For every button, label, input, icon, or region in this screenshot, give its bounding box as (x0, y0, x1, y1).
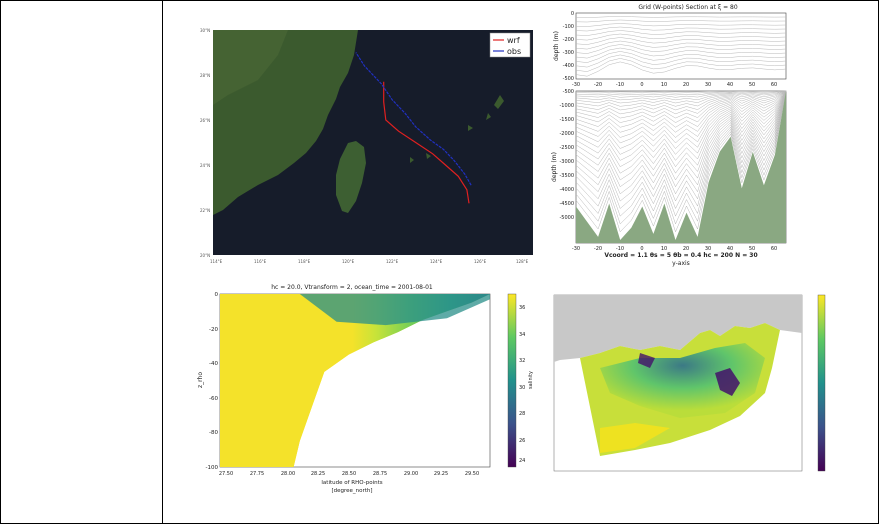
svg-text:120°E: 120°E (342, 259, 355, 264)
svg-text:114°E: 114°E (210, 259, 223, 264)
salinity-colorbar-label: salinity (528, 371, 534, 389)
svg-text:40: 40 (727, 82, 733, 88)
svg-text:-1000: -1000 (559, 103, 574, 109)
section-top-yticks: 0 -100 -200 -300 -400 -500 (563, 11, 574, 82)
svg-text:26: 26 (519, 438, 525, 444)
svg-text:-10: -10 (616, 82, 624, 88)
section-title: Grid (W-points) Section at ξ = 80 (638, 4, 738, 11)
svg-text:-100: -100 (563, 24, 574, 30)
svg-text:-20: -20 (594, 82, 602, 88)
svg-text:-60: -60 (209, 396, 218, 402)
section-top-xticks: -30 -20 -10 0 10 20 30 40 50 60 (572, 82, 777, 88)
svg-text:24: 24 (519, 458, 525, 464)
grid-section-plot: Grid (W-points) Section at ξ = 80 depth … (548, 2, 788, 270)
svg-text:50: 50 (749, 82, 755, 88)
section-bottom-yticks: -500 -1000 -1500 -2000 -2500 -3000 -3500… (559, 89, 574, 221)
svg-text:124°E: 124°E (430, 259, 443, 264)
svg-text:30: 30 (705, 82, 711, 88)
svg-text:29.50: 29.50 (465, 471, 479, 477)
svg-text:-4000: -4000 (559, 187, 574, 193)
svg-text:34: 34 (519, 332, 525, 338)
svg-text:26°N: 26°N (200, 118, 210, 123)
svg-text:-20: -20 (594, 246, 602, 252)
svg-text:128°E: 128°E (516, 259, 529, 264)
svg-text:-20: -20 (209, 327, 218, 333)
salinity-yticks: 0 -20 -40 -60 -80 -100 (206, 292, 219, 471)
salinity-colorbar-ticks: 36 34 32 30 28 26 24 (519, 305, 525, 464)
svg-text:0: 0 (571, 11, 574, 17)
typhoon-track-map: wrf obs 30°N 28°N 26°N 24°N 22°N 20°N 11… (198, 25, 538, 265)
svg-text:-2000: -2000 (559, 131, 574, 137)
salinity-map-plot (540, 288, 835, 488)
svg-text:29.25: 29.25 (434, 471, 448, 477)
section-bottom-ylabel: depth (m) (551, 152, 558, 182)
svg-text:28.75: 28.75 (373, 471, 387, 477)
svg-text:-400: -400 (563, 63, 574, 69)
salinity-xlabel-line1: latitude of RHO-points (321, 480, 382, 486)
svg-text:-5000: -5000 (559, 215, 574, 221)
salinity-xlabel-line2: [degree_north] (331, 488, 372, 494)
svg-text:27.75: 27.75 (250, 471, 264, 477)
svg-text:118°E: 118°E (298, 259, 311, 264)
svg-text:-500: -500 (563, 89, 574, 95)
svg-text:10: 10 (661, 82, 667, 88)
legend-obs: obs (507, 47, 521, 56)
section-top-ylabel: depth (m) (553, 31, 560, 61)
svg-text:-2500: -2500 (559, 145, 574, 151)
svg-text:36: 36 (519, 305, 525, 311)
salinity-xticks: 27.50 27.75 28.00 28.25 28.50 28.75 29.0… (219, 471, 479, 477)
map-lat-ticks: 30°N 28°N 26°N 24°N 22°N 20°N (200, 28, 210, 258)
svg-text:29.00: 29.00 (404, 471, 418, 477)
svg-text:-40: -40 (209, 361, 218, 367)
svg-text:-30: -30 (572, 82, 580, 88)
salinity-colorbar (507, 293, 517, 468)
svg-text:60: 60 (771, 246, 777, 252)
svg-text:20: 20 (683, 82, 689, 88)
svg-text:27.50: 27.50 (219, 471, 233, 477)
svg-text:28°N: 28°N (200, 73, 210, 78)
svg-text:28.25: 28.25 (311, 471, 325, 477)
svg-text:20°N: 20°N (200, 253, 210, 258)
svg-text:-200: -200 (563, 37, 574, 43)
salinity-title: hc = 20.0, Vtransform = 2, ocean_time = … (271, 284, 433, 291)
section-top-axes (575, 12, 787, 80)
svg-text:0: 0 (640, 82, 643, 88)
legend-wrf: wrf (507, 36, 520, 45)
svg-text:-80: -80 (209, 430, 218, 436)
svg-text:122°E: 122°E (386, 259, 399, 264)
svg-text:116°E: 116°E (254, 259, 267, 264)
svg-text:-30: -30 (572, 246, 580, 252)
svg-text:-300: -300 (563, 50, 574, 56)
svg-text:32: 32 (519, 358, 525, 364)
svg-text:30: 30 (519, 385, 525, 391)
svg-text:22°N: 22°N (200, 208, 210, 213)
svg-text:60: 60 (771, 82, 777, 88)
svg-text:0: 0 (215, 292, 219, 298)
svg-text:24°N: 24°N (200, 163, 210, 168)
svg-text:30°N: 30°N (200, 28, 210, 33)
svg-text:-3000: -3000 (559, 159, 574, 165)
svg-text:-3500: -3500 (559, 173, 574, 179)
svg-text:28: 28 (519, 411, 525, 417)
map-legend: wrf obs (489, 32, 531, 58)
salinity-ylabel: z_rho (197, 372, 204, 388)
section-footer: Vcoord = 1.1 θs = 5 θb = 0.4 hc = 200 N … (604, 252, 757, 259)
plan-colorbar (817, 294, 826, 472)
map-lon-ticks: 114°E 116°E 118°E 120°E 122°E 124°E 126°… (210, 259, 529, 264)
section-xlabel: y-axis (672, 260, 690, 267)
svg-text:28.50: 28.50 (342, 471, 356, 477)
svg-text:-100: -100 (206, 465, 219, 471)
svg-text:-4500: -4500 (559, 201, 574, 207)
svg-text:126°E: 126°E (474, 259, 487, 264)
column-divider (162, 0, 163, 524)
svg-text:-1500: -1500 (559, 117, 574, 123)
svg-text:28.00: 28.00 (281, 471, 295, 477)
salinity-section-plot: hc = 20.0, Vtransform = 2, ocean_time = … (192, 280, 537, 500)
